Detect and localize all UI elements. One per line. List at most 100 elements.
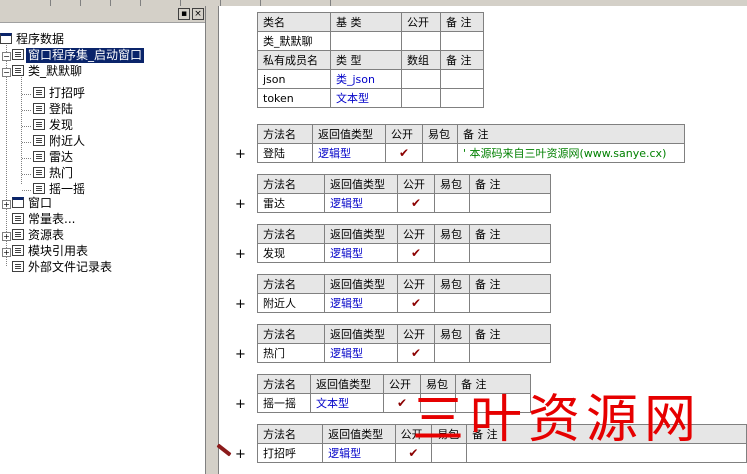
header-cell: 返回值类型: [324, 324, 398, 344]
header-cell: 方法名: [256, 424, 324, 444]
collapse-icon[interactable]: −: [2, 52, 11, 61]
method-note-cell[interactable]: [469, 193, 551, 213]
method-note-cell[interactable]: [469, 343, 551, 363]
tree-item-method[interactable]: 雷达: [33, 150, 75, 165]
tree-line: [22, 126, 31, 127]
expand-method-icon[interactable]: +: [235, 148, 246, 161]
tree-item-method[interactable]: 附近人: [33, 134, 87, 149]
expand-method-icon[interactable]: +: [235, 248, 246, 261]
expand-method-icon[interactable]: +: [235, 398, 246, 411]
expand-method-icon[interactable]: +: [235, 348, 246, 361]
header-cell: 公开: [397, 324, 435, 344]
header-cell: 返回值类型: [322, 424, 396, 444]
header-cell: 备 注: [469, 274, 551, 294]
method-note-cell[interactable]: ' 本源码来自三叶资源网(www.sanye.cx): [457, 143, 685, 163]
expand-method-icon[interactable]: +: [235, 198, 246, 211]
expand-icon[interactable]: +: [2, 232, 11, 241]
method-name-cell[interactable]: 热门: [257, 343, 325, 363]
external-file-icon: [12, 261, 24, 272]
member-note-cell[interactable]: [440, 69, 484, 89]
member-array-cell[interactable]: [401, 69, 441, 89]
member-type-cell[interactable]: 文本型: [330, 88, 402, 108]
tree-item-method[interactable]: 打招呼: [33, 86, 87, 101]
header-cell: 公开: [397, 224, 435, 244]
tree-item-method[interactable]: 摇一摇: [33, 182, 87, 197]
tree-item-method[interactable]: 登陆: [33, 102, 75, 117]
header-cell: 公开: [397, 274, 435, 294]
class-name-cell[interactable]: 类_默默聊: [257, 31, 331, 51]
program-data-icon: [0, 33, 12, 44]
method-note-cell[interactable]: [469, 243, 551, 263]
expand-icon[interactable]: +: [2, 200, 11, 209]
method-name-cell[interactable]: 附近人: [257, 293, 325, 313]
method-table: 方法名 返回值类型 公开 易包备 注热门 逻辑型 ✔: [257, 324, 551, 363]
header-cell: 备 注: [469, 224, 551, 244]
restore-icon[interactable]: ▪: [178, 8, 190, 20]
return-type-cell[interactable]: 逻辑型: [324, 193, 398, 213]
header-cell: 方法名: [257, 324, 325, 344]
method-icon: [33, 135, 45, 146]
method-name-cell[interactable]: 雷达: [257, 193, 325, 213]
return-type-cell[interactable]: 文本型: [310, 393, 384, 413]
return-type-cell[interactable]: 逻辑型: [312, 143, 386, 163]
tree-item-method[interactable]: 发现: [33, 118, 75, 133]
close-icon[interactable]: ×: [192, 8, 204, 20]
method-name-cell[interactable]: 摇一摇: [257, 393, 311, 413]
member-name-cell[interactable]: token: [257, 88, 331, 108]
header-cell: 备 注: [440, 12, 484, 32]
return-type-cell[interactable]: 逻辑型: [324, 293, 398, 313]
easy-pack-cell[interactable]: [422, 143, 458, 163]
header-cell: 备 注: [457, 124, 685, 144]
easy-pack-cell[interactable]: [434, 343, 470, 363]
header-cell: 方法名: [257, 224, 325, 244]
public-cell[interactable]: [401, 31, 441, 51]
tree-line: [22, 190, 31, 191]
base-class-cell[interactable]: [330, 31, 402, 51]
tree-root[interactable]: 程序数据: [0, 32, 66, 47]
tree-item-method[interactable]: 热门: [33, 166, 75, 181]
note-cell[interactable]: [440, 31, 484, 51]
method-name-cell[interactable]: 发现: [257, 243, 325, 263]
easy-pack-cell[interactable]: [434, 193, 470, 213]
header-cell: 返回值类型: [324, 174, 398, 194]
member-name-cell[interactable]: json: [257, 69, 331, 89]
method-note-cell[interactable]: [469, 293, 551, 313]
watermark: 三叶资源网: [412, 390, 703, 450]
tree-item-module-refs[interactable]: 模块引用表: [12, 244, 90, 259]
member-type-cell[interactable]: 类_json: [330, 69, 402, 89]
public-check-cell[interactable]: ✔: [385, 143, 423, 163]
return-type-cell[interactable]: 逻辑型: [322, 443, 396, 463]
expand-method-icon[interactable]: +: [235, 298, 246, 311]
return-type-cell[interactable]: 逻辑型: [324, 343, 398, 363]
tree-line: [22, 110, 31, 111]
tree-item-window[interactable]: 窗口: [12, 196, 54, 211]
header-cell: 返回值类型: [312, 124, 386, 144]
public-check-cell[interactable]: ✔: [397, 343, 435, 363]
tree-line: [21, 72, 22, 184]
header-cell: 返回值类型: [324, 224, 398, 244]
easy-pack-cell[interactable]: [434, 243, 470, 263]
expand-method-icon[interactable]: +: [235, 448, 246, 461]
collapse-icon[interactable]: −: [2, 68, 11, 77]
header-cell: 公开: [401, 12, 441, 32]
public-check-cell[interactable]: ✔: [397, 293, 435, 313]
window-icon: [12, 197, 24, 208]
header-cell: 易包: [434, 324, 470, 344]
class-table: 类名 基 类 公开 备 注 类_默默聊 私有成员名 类 型 数组 备 注 jso…: [257, 12, 484, 108]
public-check-cell[interactable]: ✔: [397, 243, 435, 263]
method-name-cell[interactable]: 打招呼: [256, 443, 324, 463]
return-type-cell[interactable]: 逻辑型: [324, 243, 398, 263]
member-array-cell[interactable]: [401, 88, 441, 108]
check-icon: ✔: [398, 146, 410, 160]
constants-icon: [12, 213, 24, 224]
tree-item-class-momoliao[interactable]: 类_默默聊: [12, 64, 84, 79]
member-note-cell[interactable]: [440, 88, 484, 108]
tree-item-constants[interactable]: 常量表...: [12, 212, 77, 227]
easy-pack-cell[interactable]: [434, 293, 470, 313]
expand-icon[interactable]: +: [2, 248, 11, 257]
tree-item-startup-window-assembly[interactable]: 窗口程序集_启动窗口: [12, 47, 146, 64]
tree-item-resources[interactable]: 资源表: [12, 228, 66, 243]
method-name-cell[interactable]: 登陆: [257, 143, 313, 163]
public-check-cell[interactable]: ✔: [397, 193, 435, 213]
tree-item-external-files[interactable]: 外部文件记录表: [12, 260, 114, 275]
